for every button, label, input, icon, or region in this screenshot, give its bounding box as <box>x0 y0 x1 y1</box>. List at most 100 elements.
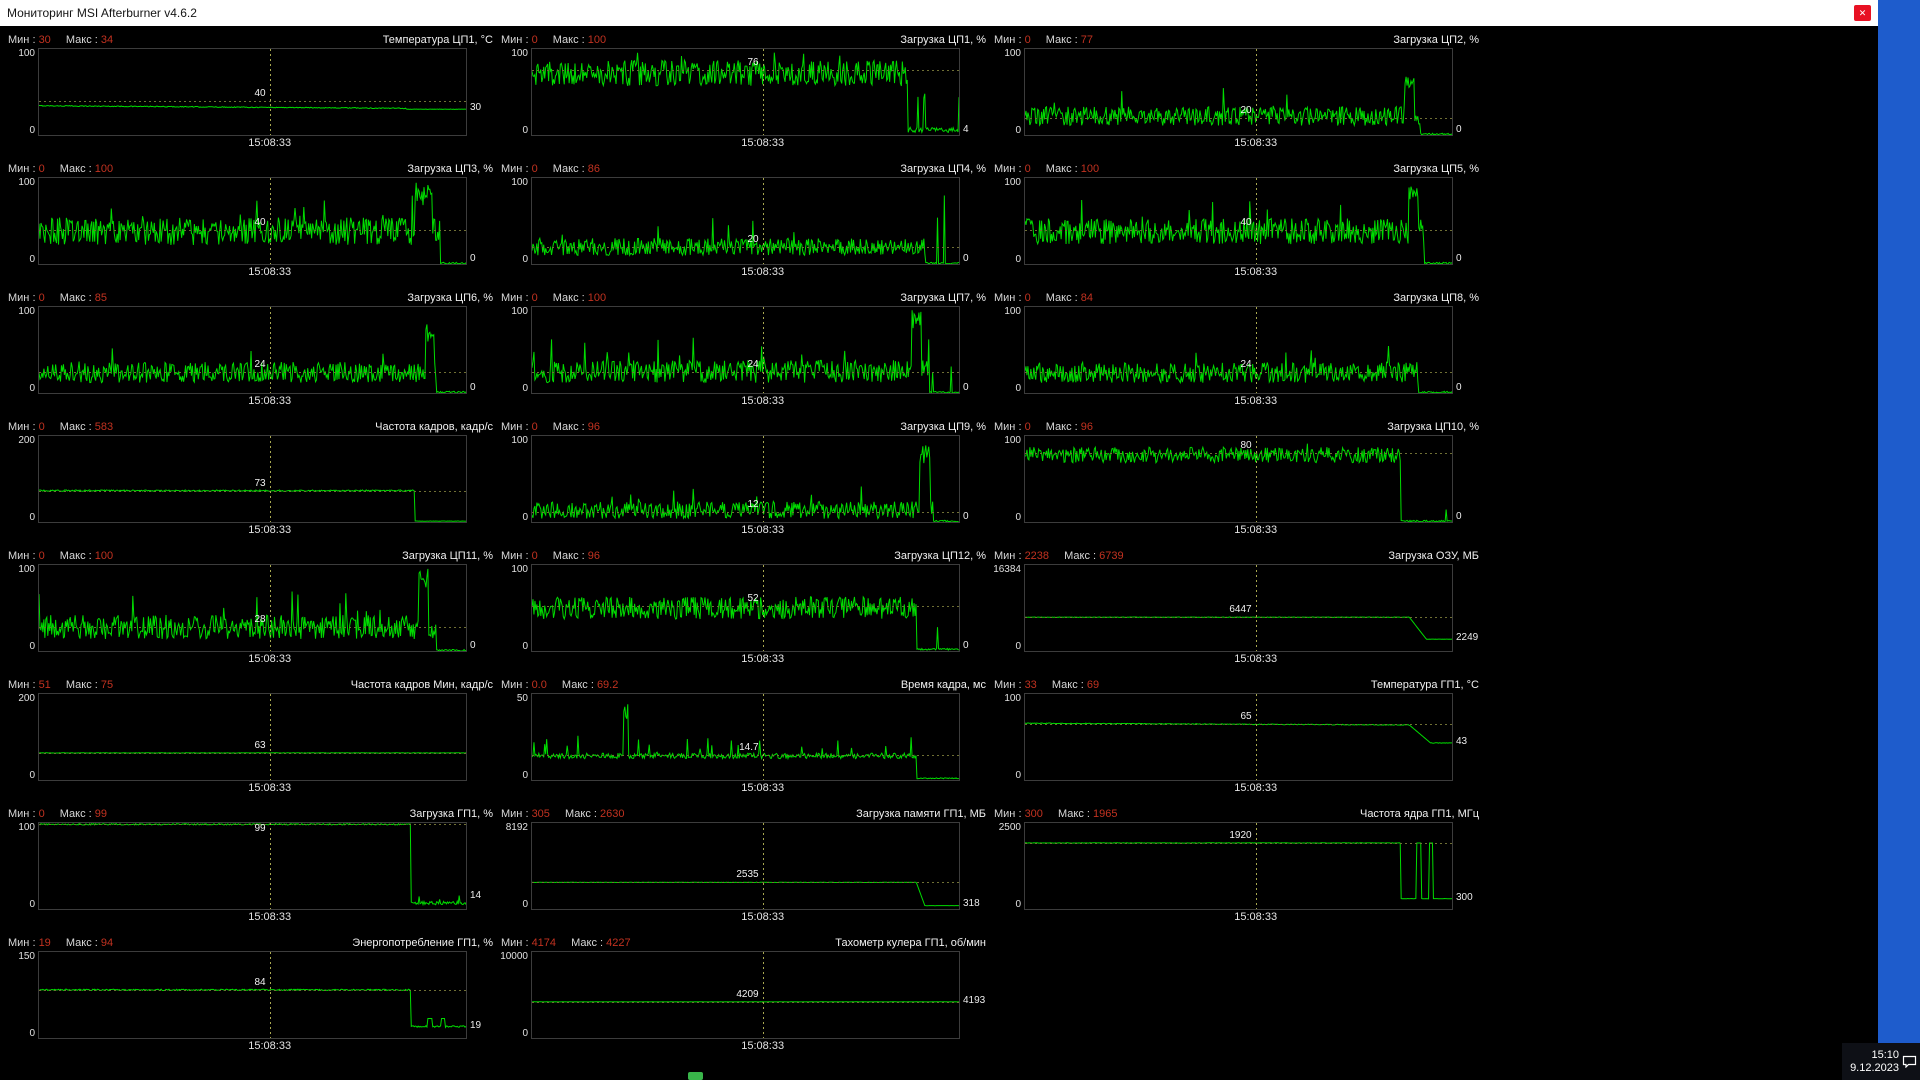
plot-area[interactable]: 63 <box>38 693 467 781</box>
current-value-col: 4193 <box>960 951 988 1039</box>
plot-area[interactable]: 99 <box>38 822 467 910</box>
cursor-vline <box>762 823 764 909</box>
monitor-graph-cell[interactable]: Мин : 0.0 Макс : 69.2 Время кадра, мс 50… <box>499 673 988 802</box>
trace-chart <box>39 952 466 1038</box>
monitor-graph-cell[interactable]: Мин : 51 Макс : 75 Частота кадров Мин, к… <box>6 673 495 802</box>
window-titlebar[interactable]: Мониторинг MSI Afterburner v4.6.2 ✕ <box>0 0 1878 26</box>
y-axis: 100 0 <box>499 48 531 136</box>
graph-body: 100 0 65 43 <box>992 693 1481 781</box>
max-label: Макс : <box>564 808 597 820</box>
monitor-graph-cell[interactable]: Мин : 0 Макс : 85 Загрузка ЦП6, % 100 0 … <box>6 286 495 415</box>
monitor-graph-cell[interactable]: Мин : 0 Макс : 96 Загрузка ЦП12, % 100 0… <box>499 544 988 673</box>
graph-title: Загрузка ЦП2, % <box>1393 34 1479 46</box>
monitor-graph-cell[interactable]: Мин : 19 Макс : 94 Энергопотребление ГП1… <box>6 931 495 1060</box>
y-axis-min: 0 <box>29 383 35 394</box>
trace-chart <box>532 694 959 780</box>
plot-area[interactable]: 2535 <box>531 822 960 910</box>
monitor-graph-cell[interactable]: Мин : 0 Макс : 84 Загрузка ЦП8, % 100 0 … <box>992 286 1481 415</box>
cursor-time: 15:08:33 <box>741 524 785 536</box>
monitor-graph-cell[interactable]: Мин : 300 Макс : 1965 Частота ядра ГП1, … <box>992 802 1481 931</box>
graph-header: Мин : 300 Макс : 1965 Частота ядра ГП1, … <box>992 806 1481 822</box>
plot-area[interactable]: 73 <box>38 435 467 523</box>
plot-area[interactable]: 76 <box>531 48 960 136</box>
monitor-graph-cell[interactable]: Мин : 305 Макс : 2630 Загрузка памяти ГП… <box>499 802 988 931</box>
current-value-col: 43 <box>1453 693 1481 781</box>
monitor-graph-cell[interactable]: Мин : 0 Макс : 96 Загрузка ЦП10, % 100 0… <box>992 415 1481 544</box>
minmax-readout: Мин : 0 Макс : 84 <box>994 292 1093 304</box>
plot-area[interactable]: 80 <box>1024 435 1453 523</box>
plot-area[interactable]: 40 <box>38 48 467 136</box>
monitor-graph-cell[interactable]: Мин : 0 Макс : 100 Загрузка ЦП7, % 100 0… <box>499 286 988 415</box>
monitor-graph-cell[interactable]: Мин : 30 Макс : 34 Температура ЦП1, °C 1… <box>6 28 495 157</box>
monitor-graph-cell[interactable]: Мин : 0 Макс : 77 Загрузка ЦП2, % 100 0 … <box>992 28 1481 157</box>
monitor-graph-cell[interactable]: Мин : 0 Макс : 86 Загрузка ЦП4, % 100 0 … <box>499 157 988 286</box>
y-axis-max: 100 <box>511 564 528 575</box>
plot-area[interactable]: 52 <box>531 564 960 652</box>
y-axis: 100 0 <box>992 48 1024 136</box>
monitor-graph-cell[interactable]: Мин : 0 Макс : 99 Загрузка ГП1, % 100 0 … <box>6 802 495 931</box>
current-value: 4 <box>963 124 969 135</box>
max-value: 100 <box>94 163 114 175</box>
min-value: 0 <box>38 163 45 175</box>
cursor-hline <box>39 229 466 231</box>
plot-area[interactable]: 40 <box>38 177 467 265</box>
monitor-graph-cell[interactable]: Мин : 2238 Макс : 6739 Загрузка ОЗУ, МБ … <box>992 544 1481 673</box>
plot-area[interactable]: 24 <box>1024 306 1453 394</box>
monitor-graph-cell[interactable]: Мин : 0 Макс : 96 Загрузка ЦП9, % 100 0 … <box>499 415 988 544</box>
cursor-time: 15:08:33 <box>248 395 292 407</box>
plot-area[interactable]: 4209 <box>531 951 960 1039</box>
plot-area[interactable]: 84 <box>38 951 467 1039</box>
y-axis-max: 100 <box>1004 48 1021 59</box>
plot-area[interactable]: 24 <box>38 306 467 394</box>
plot-area[interactable]: 24 <box>531 306 960 394</box>
plot-area[interactable]: 28 <box>38 564 467 652</box>
current-value: 0 <box>1456 511 1462 522</box>
trace-chart <box>532 178 959 264</box>
plot-area[interactable]: 40 <box>1024 177 1453 265</box>
monitor-graph-cell[interactable]: Мин : 0 Макс : 100 Загрузка ЦП3, % 100 0… <box>6 157 495 286</box>
max-label: Макс : <box>1057 808 1090 820</box>
plot-area[interactable]: 6447 <box>1024 564 1453 652</box>
minmax-readout: Мин : 0 Макс : 100 <box>501 34 606 46</box>
plot-area[interactable]: 20 <box>531 177 960 265</box>
taskbar-peek-icon[interactable] <box>688 1072 703 1080</box>
max-label: Макс : <box>1045 292 1078 304</box>
graph-title: Загрузка ОЗУ, МБ <box>1388 550 1479 562</box>
graph-header: Мин : 0 Макс : 96 Загрузка ЦП9, % <box>499 419 988 435</box>
cursor-hline <box>39 490 466 492</box>
plot-area[interactable]: 1920 <box>1024 822 1453 910</box>
graph-body: 100 0 20 0 <box>499 177 988 265</box>
plot-area[interactable]: 65 <box>1024 693 1453 781</box>
y-axis-max: 100 <box>511 306 528 317</box>
desktop: { "window": { "title": "Мониторинг MSI A… <box>0 0 1920 1080</box>
monitor-graph-cell[interactable]: Мин : 4174 Макс : 4227 Тахометр кулера Г… <box>499 931 988 1060</box>
cursor-hline <box>532 1001 959 1003</box>
min-value: 305 <box>531 808 550 820</box>
taskbar-clock[interactable]: 15:10 9.12.2023 <box>1850 1049 1899 1075</box>
max-label: Макс : <box>552 163 585 175</box>
monitor-graph-cell[interactable]: Мин : 0 Макс : 583 Частота кадров, кадр/… <box>6 415 495 544</box>
plot-area[interactable]: 20 <box>1024 48 1453 136</box>
max-label: Макс : <box>59 421 92 433</box>
y-axis: 100 0 <box>992 306 1024 394</box>
notification-icon[interactable] <box>1902 1055 1917 1068</box>
monitor-graph-cell[interactable]: Мин : 0 Макс : 100 Загрузка ЦП11, % 100 … <box>6 544 495 673</box>
trace-line <box>1025 723 1452 743</box>
cursor-vline <box>1255 694 1257 780</box>
y-axis: 50 0 <box>499 693 531 781</box>
cursor-value: 20 <box>747 233 759 245</box>
close-button[interactable]: ✕ <box>1854 5 1871 21</box>
monitor-graph-cell[interactable]: Мин : 33 Макс : 69 Температура ГП1, °C 1… <box>992 673 1481 802</box>
monitor-graph-cell[interactable]: Мин : 0 Макс : 100 Загрузка ЦП5, % 100 0… <box>992 157 1481 286</box>
y-axis-min: 0 <box>522 254 528 265</box>
max-label: Макс : <box>1045 163 1078 175</box>
max-value: 77 <box>1080 34 1094 46</box>
plot-area[interactable]: 12 <box>531 435 960 523</box>
monitor-graph-cell[interactable]: Мин : 0 Макс : 100 Загрузка ЦП1, % 100 0… <box>499 28 988 157</box>
y-axis: 100 0 <box>992 435 1024 523</box>
plot-area[interactable]: 14.7 <box>531 693 960 781</box>
current-value-col: 19 <box>467 951 495 1039</box>
graph-body: 100 0 40 30 <box>6 48 495 136</box>
graph-footer: 15:08:33 <box>499 265 988 280</box>
cursor-vline <box>762 307 764 393</box>
